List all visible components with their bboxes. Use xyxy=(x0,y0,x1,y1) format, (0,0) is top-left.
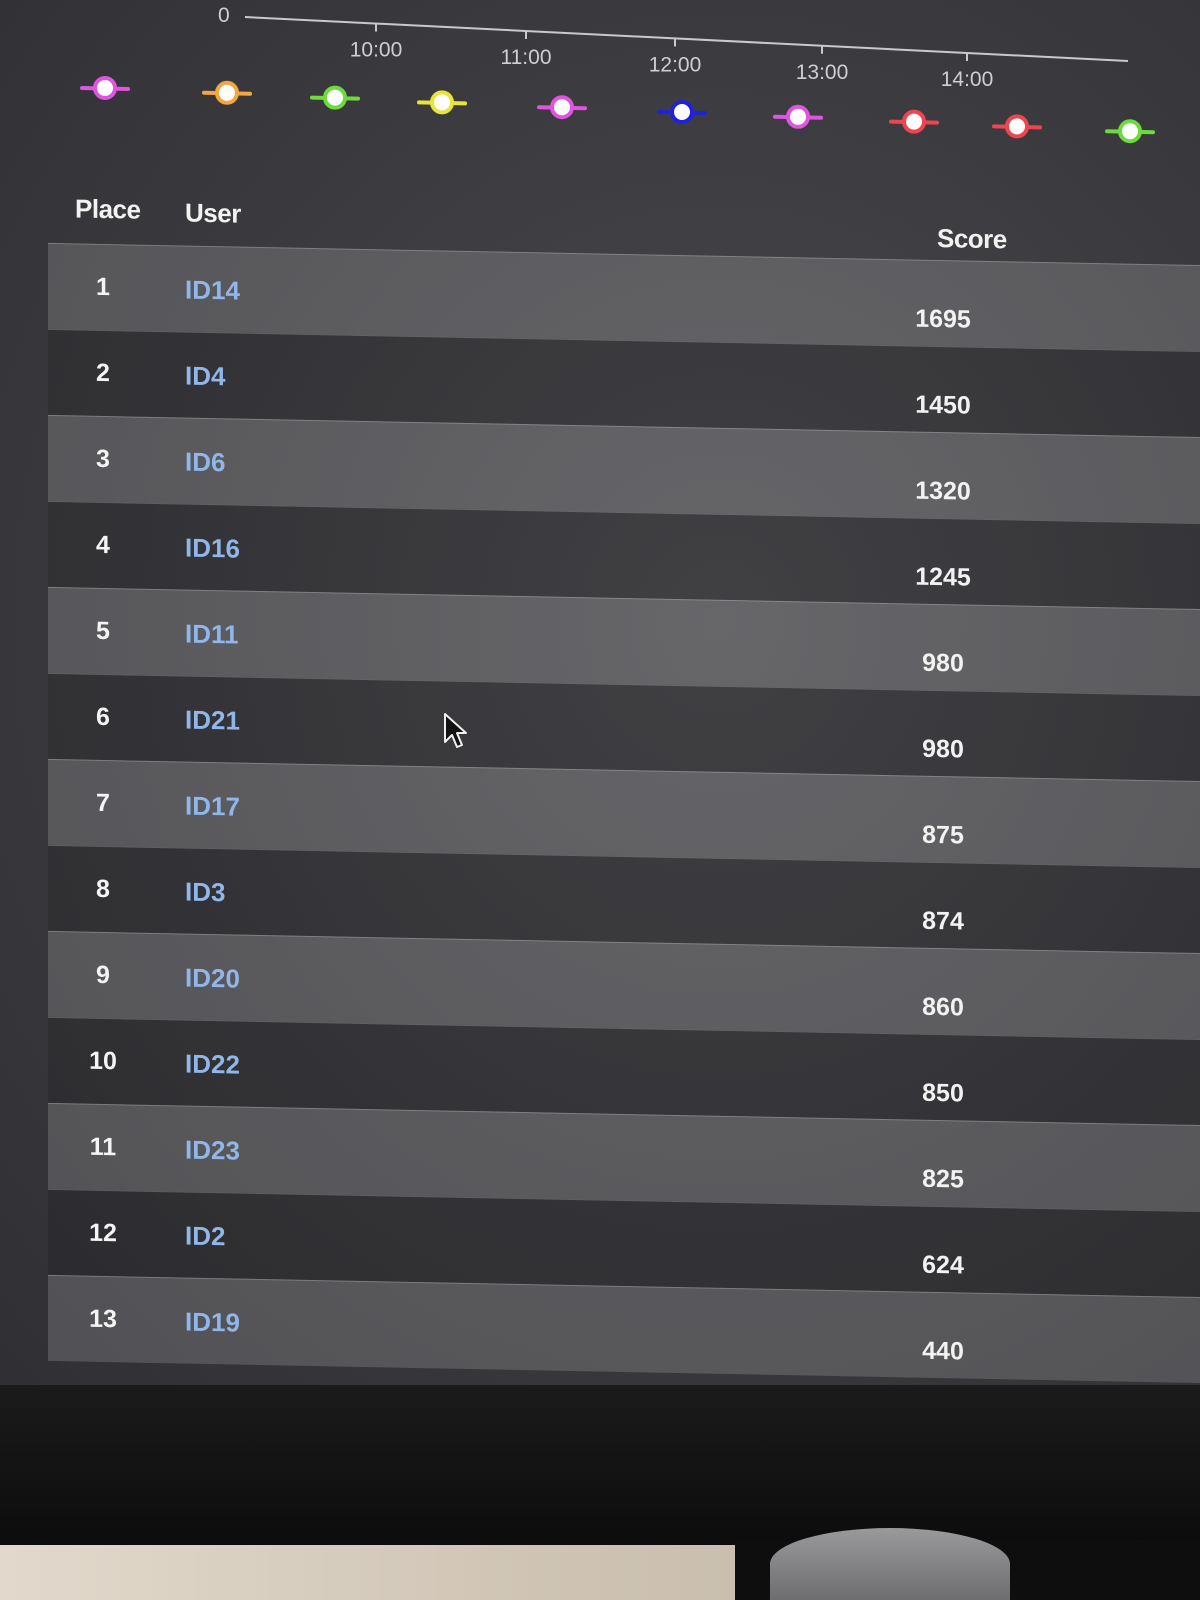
score-cell: 1245 xyxy=(915,562,971,592)
place-cell: 4 xyxy=(96,530,110,560)
place-cell: 2 xyxy=(96,358,110,388)
table-body: 1 ID14 1695 2 ID4 1450 3 ID6 1320 4 ID16 1245 5 ID11 9… xyxy=(0,180,1200,1384)
timeline-marker-icon[interactable] xyxy=(889,109,939,134)
score-cell: 1320 xyxy=(915,476,971,506)
score-cell: 850 xyxy=(922,1078,964,1108)
timeline-marker-icon[interactable] xyxy=(417,90,467,115)
user-link[interactable]: ID16 xyxy=(185,533,240,565)
timeline-marker-icon[interactable] xyxy=(537,95,587,120)
place-cell: 13 xyxy=(89,1304,117,1334)
place-cell: 1 xyxy=(96,272,110,302)
user-link[interactable]: ID11 xyxy=(185,619,239,651)
user-link[interactable]: ID19 xyxy=(185,1307,240,1339)
place-cell: 10 xyxy=(89,1046,117,1076)
score-cell: 624 xyxy=(922,1250,964,1280)
score-cell: 440 xyxy=(922,1336,964,1366)
user-link[interactable]: ID14 xyxy=(185,275,240,307)
activity-timeline: 0 10:00 11:00 12:00 13:00 14:00 xyxy=(80,4,1155,144)
score-cell: 875 xyxy=(922,820,964,850)
user-link[interactable]: ID23 xyxy=(185,1135,240,1167)
monitor-bezel xyxy=(0,1385,1200,1545)
place-cell: 12 xyxy=(89,1218,117,1248)
user-link[interactable]: ID4 xyxy=(185,361,225,393)
user-link[interactable]: ID20 xyxy=(185,963,240,995)
user-link[interactable]: ID21 xyxy=(185,705,240,737)
timeline-time-label: 10:00 xyxy=(350,39,403,62)
score-cell: 874 xyxy=(922,906,964,936)
place-cell: 7 xyxy=(96,788,110,818)
place-cell: 11 xyxy=(89,1132,117,1162)
column-header-score: Score xyxy=(937,222,1007,255)
column-header-user: User xyxy=(185,197,241,229)
user-link[interactable]: ID2 xyxy=(185,1221,225,1253)
timeline-time-label: 12:00 xyxy=(649,53,702,76)
score-cell: 860 xyxy=(922,992,964,1022)
score-cell: 825 xyxy=(922,1164,964,1194)
timeline-marker-icon[interactable] xyxy=(202,80,252,105)
score-cell: 1695 xyxy=(915,304,971,334)
timeline-zero-label: 0 xyxy=(218,4,230,27)
timeline-ticks: 10:00 11:00 12:00 13:00 14:00 xyxy=(350,23,994,91)
user-link[interactable]: ID3 xyxy=(185,877,225,909)
timeline-time-label: 14:00 xyxy=(941,68,994,91)
user-link[interactable]: ID17 xyxy=(185,791,240,823)
user-link[interactable]: ID6 xyxy=(185,447,225,479)
timeline-marker-icon[interactable] xyxy=(657,100,707,124)
place-cell: 6 xyxy=(96,702,110,732)
timeline-time-label: 13:00 xyxy=(796,61,849,84)
mouse-cursor-icon xyxy=(444,713,467,748)
timeline-time-label: 11:00 xyxy=(501,46,552,69)
timeline-marker-icon[interactable] xyxy=(992,114,1042,139)
score-cell: 980 xyxy=(922,734,964,764)
place-cell: 8 xyxy=(96,874,110,904)
leaderboard-table: Place User Score 1 ID14 1695 2 ID4 1450 3 ID6 13… xyxy=(0,180,1200,1384)
user-link[interactable]: ID22 xyxy=(185,1049,240,1081)
timeline-marker-icon[interactable] xyxy=(1105,119,1155,144)
place-cell: 9 xyxy=(96,960,110,990)
monitor-screen: 0 10:00 11:00 12:00 13:00 14:00 Place User S… xyxy=(0,0,1200,1385)
place-cell: 5 xyxy=(96,616,110,646)
monitor-stand-foot xyxy=(770,1528,1010,1600)
timeline-marker-icon[interactable] xyxy=(80,76,130,100)
timeline-marker-icon[interactable] xyxy=(310,85,360,110)
timeline-marker-icon[interactable] xyxy=(773,104,823,129)
score-cell: 1450 xyxy=(915,390,971,420)
score-cell: 980 xyxy=(922,648,964,678)
column-header-place: Place xyxy=(75,193,141,225)
place-cell: 3 xyxy=(96,444,110,474)
